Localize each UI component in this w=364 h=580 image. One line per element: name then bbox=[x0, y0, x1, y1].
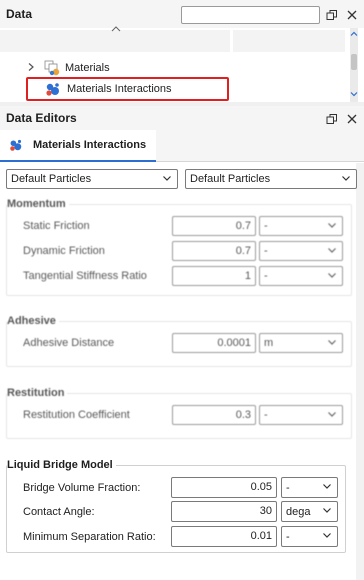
unit-value: - bbox=[264, 220, 268, 232]
expand-chevron-icon[interactable] bbox=[26, 62, 38, 74]
bridge-volume-fraction-unit[interactable]: - bbox=[281, 477, 338, 498]
unit-value: - bbox=[264, 270, 268, 282]
editors-panel-header: Data Editors bbox=[0, 106, 364, 130]
restore-window-icon[interactable] bbox=[326, 9, 340, 23]
restitution-coefficient-label: Restitution Coefficient bbox=[23, 409, 130, 421]
select-value: Default Particles bbox=[11, 173, 92, 185]
unit-value: - bbox=[286, 530, 290, 543]
close-icon[interactable] bbox=[346, 9, 360, 23]
unit-value: m bbox=[264, 337, 274, 349]
restitution-coefficient-input[interactable]: 0.3 bbox=[172, 405, 256, 425]
tab-label: Materials Interactions bbox=[33, 139, 147, 151]
particle-select-right[interactable]: Default Particles bbox=[185, 169, 357, 189]
unit-value: - bbox=[264, 245, 268, 257]
adhesive-distance-input[interactable]: 0.0001 bbox=[172, 333, 256, 353]
tree-column-header-2 bbox=[233, 30, 345, 52]
minimum-separation-ratio-unit[interactable]: - bbox=[281, 526, 338, 547]
chevron-down-icon bbox=[342, 176, 350, 181]
unit-value: dega bbox=[286, 505, 311, 518]
tangential-stiffness-label: Tangential Stiffness Ratio bbox=[23, 270, 147, 282]
sort-up-icon[interactable] bbox=[111, 24, 121, 34]
materials-icon bbox=[44, 60, 62, 76]
unit-value: - bbox=[286, 481, 290, 494]
tangential-stiffness-unit[interactable]: - bbox=[259, 266, 343, 286]
chevron-down-icon bbox=[323, 484, 331, 489]
minimum-separation-ratio-input[interactable]: 0.01 bbox=[171, 526, 277, 547]
tree-item-label: Materials bbox=[65, 62, 110, 74]
chevron-down-icon bbox=[163, 176, 171, 181]
bridge-volume-fraction-label: Bridge Volume Fraction: bbox=[23, 482, 141, 494]
chevron-down-icon bbox=[323, 533, 331, 538]
editor-tab-strip: Materials Interactions bbox=[0, 130, 364, 162]
chevron-down-icon bbox=[328, 412, 336, 417]
tab-materials-interactions[interactable]: Materials Interactions bbox=[0, 130, 156, 162]
chevron-down-icon bbox=[328, 340, 336, 345]
select-value: Default Particles bbox=[190, 173, 271, 185]
data-search-input[interactable] bbox=[181, 6, 320, 24]
minimum-separation-ratio-label: Minimum Separation Ratio: bbox=[23, 531, 156, 543]
data-panel-title: Data bbox=[6, 7, 33, 21]
contact-angle-label: Contact Angle: bbox=[23, 506, 95, 518]
adhesive-title: Adhesive bbox=[7, 315, 59, 327]
particle-select-left[interactable]: Default Particles bbox=[6, 169, 178, 189]
chevron-down-icon bbox=[323, 508, 331, 513]
adhesive-distance-unit[interactable]: m bbox=[259, 333, 343, 353]
materials-interactions-icon bbox=[8, 138, 24, 152]
tree-item-materials[interactable]: Materials bbox=[26, 58, 110, 78]
editors-panel-title: Data Editors bbox=[6, 111, 77, 125]
chevron-down-icon bbox=[328, 248, 336, 253]
tree-scrollbar-thumb[interactable] bbox=[351, 54, 357, 70]
static-friction-input[interactable]: 0.7 bbox=[172, 216, 256, 236]
momentum-title: Momentum bbox=[7, 198, 69, 210]
editor-scrollbar[interactable] bbox=[356, 163, 364, 580]
contact-angle-input[interactable]: 30 bbox=[171, 501, 277, 522]
tree-scrollbar[interactable] bbox=[350, 28, 358, 102]
tangential-stiffness-input[interactable]: 1 bbox=[172, 266, 256, 286]
unit-value: - bbox=[264, 409, 268, 421]
dynamic-friction-label: Dynamic Friction bbox=[23, 245, 105, 257]
chevron-down-icon bbox=[328, 223, 336, 228]
liquid-bridge-title: Liquid Bridge Model bbox=[7, 459, 116, 471]
static-friction-unit[interactable]: - bbox=[259, 216, 343, 236]
static-friction-label: Static Friction bbox=[23, 220, 90, 232]
restore-window-icon[interactable] bbox=[326, 113, 340, 127]
dynamic-friction-unit[interactable]: - bbox=[259, 241, 343, 261]
restitution-title: Restitution bbox=[7, 387, 68, 399]
restitution-coefficient-unit[interactable]: - bbox=[259, 405, 343, 425]
close-icon[interactable] bbox=[346, 113, 360, 127]
contact-angle-unit[interactable]: dega bbox=[281, 501, 338, 522]
chevron-down-icon bbox=[328, 273, 336, 278]
dynamic-friction-input[interactable]: 0.7 bbox=[172, 241, 256, 261]
bridge-volume-fraction-input[interactable]: 0.05 bbox=[171, 477, 277, 498]
selection-highlight bbox=[26, 77, 229, 101]
adhesive-distance-label: Adhesive Distance bbox=[23, 337, 115, 349]
